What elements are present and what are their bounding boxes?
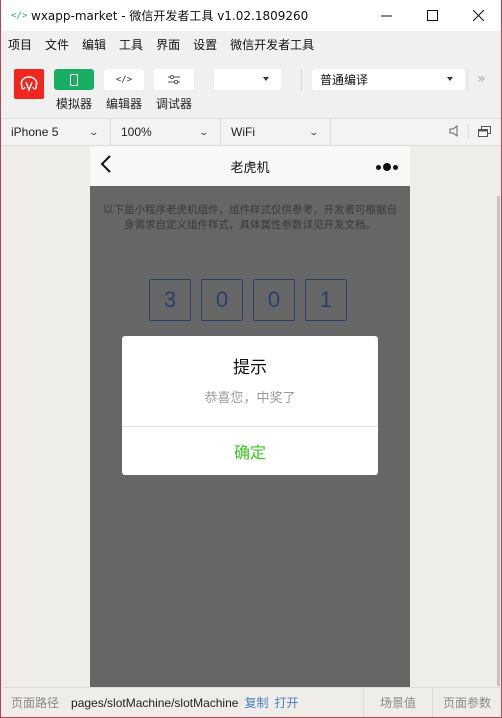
slot-machine: 3 0 0 1: [149, 279, 357, 321]
phone-icon: [70, 73, 78, 86]
avatar-icon: [20, 76, 38, 92]
editor-label: 编辑器: [105, 97, 142, 111]
chevron-down-icon: ⌄: [198, 127, 210, 137]
menu-tools[interactable]: 工具: [119, 36, 143, 53]
modal-title: 提示: [233, 358, 267, 378]
network-select[interactable]: WiFi ⌄: [221, 119, 331, 145]
code-icon: </>: [115, 74, 133, 85]
menu-devtools[interactable]: 微信开发者工具: [230, 36, 314, 53]
debugger-toggle-button[interactable]: [154, 69, 194, 90]
maximize-icon: [426, 10, 438, 21]
divider: [468, 124, 469, 138]
slot-digit: 0: [253, 279, 295, 321]
editor-toggle-button[interactable]: </>: [104, 69, 144, 90]
toolbar: 模拟器 </> 编辑器 调试器 普通编译 »: [1, 57, 501, 118]
close-icon: [472, 10, 484, 21]
mode-select[interactable]: [214, 69, 281, 90]
toolbar-divider: [467, 69, 468, 91]
window-controls: [363, 0, 501, 31]
compile-mode-value: 普通编译: [320, 73, 369, 87]
page-params-button[interactable]: 页面参数: [432, 688, 501, 717]
simulator-area: 老虎机 以下是小程序老虎机组件，组件样式仅供参考，开发者可根据自身需求自定义组件…: [1, 146, 501, 687]
slot-digit: 1: [305, 279, 347, 321]
page-path-value: pages/slotMachine/slotMachine: [71, 695, 239, 710]
scene-value-button[interactable]: 场景值: [363, 688, 432, 717]
more-tools-icon[interactable]: »: [477, 71, 485, 87]
mini-program-navbar: 老虎机: [90, 146, 410, 186]
debugger-label: 调试器: [155, 97, 192, 111]
status-bar: 页面路径 pages/slotMachine/slotMachine 复制 打开…: [1, 687, 501, 717]
device-bar: iPhone 5 ⌄ 100% ⌄ WiFi ⌄: [1, 118, 501, 146]
nav-title: 老虎机: [230, 161, 270, 176]
menu-settings[interactable]: 设置: [193, 36, 217, 53]
menu-edit[interactable]: 编辑: [82, 36, 106, 53]
copy-path-link[interactable]: 复制: [244, 694, 268, 711]
toolbar-divider: [301, 69, 302, 91]
capsule-menu-icon[interactable]: [374, 163, 398, 171]
menu-project[interactable]: 项目: [8, 36, 32, 53]
page-path-label: 页面路径: [11, 696, 60, 710]
alert-modal: 提示 恭喜您，中奖了 确定: [122, 336, 378, 475]
detach-window-icon[interactable]: [478, 125, 491, 137]
sliders-icon: [168, 75, 180, 84]
slot-digit: 3: [149, 279, 191, 321]
maximize-button[interactable]: [409, 0, 455, 31]
minimize-button[interactable]: [363, 0, 409, 31]
confirm-button[interactable]: 确定: [122, 427, 378, 475]
simulator-label: 模拟器: [55, 97, 92, 111]
devtools-window: </> wxapp-market - 微信开发者工具 v1.02.1809260…: [0, 0, 502, 718]
mute-icon[interactable]: [449, 124, 459, 138]
device-value: iPhone 5: [11, 125, 59, 139]
menu-bar: 项目 文件 编辑 工具 界面 设置 微信开发者工具: [1, 31, 501, 57]
caret-down-icon: [263, 77, 269, 81]
simulator-toggle-button[interactable]: [54, 69, 94, 90]
menu-file[interactable]: 文件: [45, 36, 69, 53]
slot-digit: 0: [201, 279, 243, 321]
menu-view[interactable]: 界面: [156, 36, 180, 53]
page-description: 以下是小程序老虎机组件，组件样式仅供参考，开发者可根据自身需求自定义组件样式，具…: [103, 204, 397, 231]
status-bar-tabs: 场景值 页面参数: [363, 688, 501, 717]
device-bar-actions: [449, 124, 491, 138]
network-value: WiFi: [231, 125, 255, 139]
chevron-down-icon: ⌄: [308, 127, 320, 137]
simulator-scrollbar[interactable]: [497, 196, 500, 686]
user-avatar[interactable]: [14, 69, 44, 99]
caret-down-icon: [447, 77, 453, 81]
zoom-select[interactable]: 100% ⌄: [111, 119, 221, 145]
open-path-link[interactable]: 打开: [274, 694, 298, 711]
window-title: wxapp-market - 微信开发者工具 v1.02.1809260: [31, 9, 309, 23]
device-select[interactable]: iPhone 5 ⌄: [1, 119, 111, 145]
compile-mode-select[interactable]: 普通编译: [312, 69, 465, 90]
phone-screen: 老虎机 以下是小程序老虎机组件，组件样式仅供参考，开发者可根据自身需求自定义组件…: [90, 146, 410, 687]
chevron-down-icon: ⌄: [88, 127, 100, 137]
zoom-value: 100%: [121, 125, 152, 139]
modal-content: 恭喜您，中奖了: [204, 391, 296, 406]
title-bar: </> wxapp-market - 微信开发者工具 v1.02.1809260: [1, 0, 501, 31]
minimize-icon: [380, 15, 392, 17]
app-code-icon: </>: [11, 10, 28, 21]
close-button[interactable]: [455, 0, 501, 31]
